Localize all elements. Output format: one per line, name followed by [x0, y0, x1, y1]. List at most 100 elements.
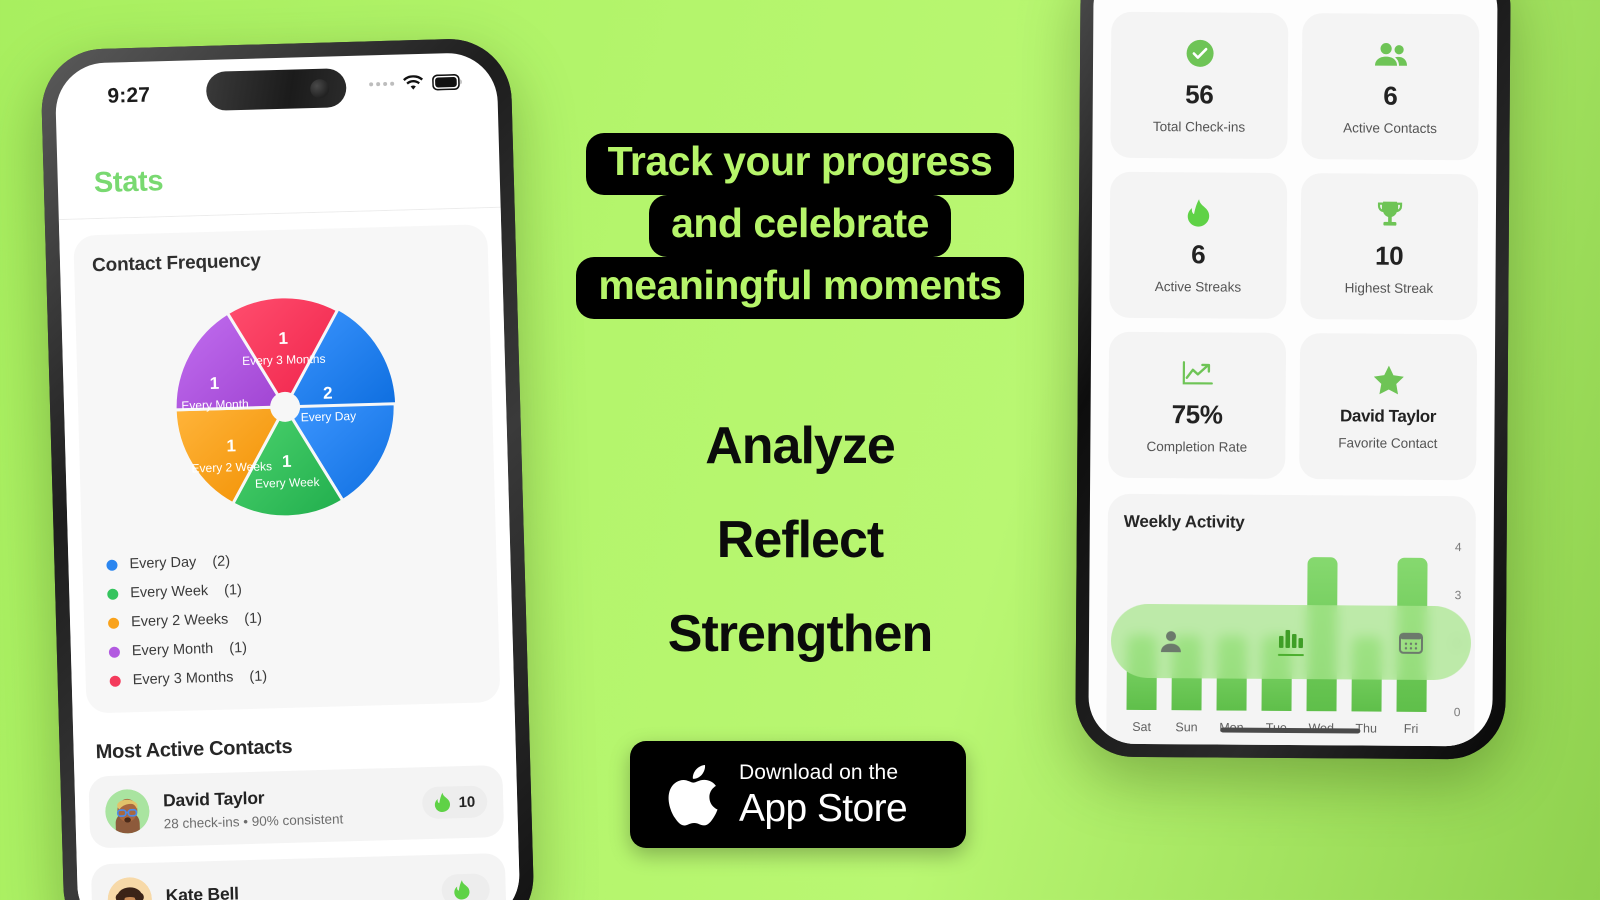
avatar — [104, 788, 150, 835]
bottom-tab-bar — [1110, 603, 1472, 681]
stat-label: Active Contacts — [1343, 120, 1438, 136]
stat-label: Total Check-ins — [1152, 119, 1246, 135]
most-active-contacts-title: Most Active Contacts — [95, 735, 293, 764]
headline-line-1: Track your progress — [585, 133, 1015, 195]
pillar-analyze: Analyze — [705, 417, 896, 475]
avatar — [107, 876, 153, 900]
headline-line-3: meaningful moments — [576, 256, 1024, 319]
right-phone-screen: 56 Total Check-ins 6 Active Contacts 6 A… — [1088, 0, 1498, 747]
y-tick: 3 — [1454, 588, 1462, 603]
page-title: Stats — [93, 165, 164, 200]
apple-logo-icon — [668, 764, 718, 826]
headline: Track your progress and celebrate meanin… — [540, 133, 1060, 319]
legend-count: (1) — [229, 640, 248, 657]
right-phone-mockup: 56 Total Check-ins 6 Active Contacts 6 A… — [1075, 0, 1511, 760]
stat-card-active-streaks[interactable]: 6 Active Streaks — [1109, 171, 1288, 319]
pie-legend: Every Day (2) Every Week (1) Every 2 Wee… — [100, 541, 482, 691]
legend-color-dot — [109, 675, 121, 687]
tab-stats[interactable] — [1277, 628, 1305, 657]
tab-contacts[interactable] — [1158, 628, 1184, 654]
card-title: Contact Frequency — [91, 250, 262, 277]
slice-label: Every 3 Months — [242, 352, 326, 368]
legend-color-dot — [106, 559, 118, 571]
legend-count: (1) — [244, 610, 263, 628]
tab-calendar[interactable] — [1398, 630, 1424, 656]
slice-label: Every Day — [301, 409, 357, 425]
x-label: Sun — [1175, 720, 1198, 735]
left-phone-screen: 9:27 Stats Contact Frequency 2 Every Day… — [54, 51, 521, 900]
slice-value: 1 — [282, 452, 292, 471]
stat-label: Highest Streak — [1344, 280, 1434, 296]
status-bar: 9:27 — [54, 52, 498, 134]
app-store-labels: Download on the App Store — [739, 762, 908, 830]
status-bar-time: 9:27 — [107, 83, 151, 108]
legend-color-dot — [107, 588, 119, 600]
slice-value: 1 — [278, 329, 288, 348]
stat-card-total-checkins[interactable]: 56 Total Check-ins — [1110, 11, 1289, 159]
legend-color-dot — [107, 617, 120, 629]
stat-card-favorite-contact[interactable]: David Taylor Favorite Contact — [1299, 333, 1478, 481]
people-icon — [1373, 38, 1407, 72]
legend-item[interactable]: Every 2 Weeks (1) — [107, 605, 476, 631]
legend-item[interactable]: Every 3 Months (1) — [109, 663, 477, 689]
streak-badge: 10 — [422, 785, 488, 820]
stat-value: 10 — [1375, 240, 1404, 271]
bar-chart-icon — [1278, 629, 1303, 648]
weekly-activity-title: Weekly Activity — [1123, 511, 1245, 532]
legend-label: Every 2 Weeks — [130, 611, 229, 631]
slice-value: 1 — [226, 436, 236, 455]
app-store-big-label: App Store — [739, 786, 908, 830]
stat-label: Favorite Contact — [1338, 434, 1438, 451]
flame-icon — [454, 880, 470, 900]
stat-value: 75% — [1171, 399, 1223, 430]
stats-grid: 56 Total Check-ins 6 Active Contacts 6 A… — [1108, 11, 1480, 481]
contact-meta: David Taylor 28 check-ins • 90% consiste… — [163, 783, 409, 831]
slice-value: 2 — [323, 384, 333, 403]
check-circle-icon — [1184, 36, 1214, 70]
legend-item[interactable]: Every Month (1) — [108, 634, 477, 660]
app-store-download-button[interactable]: Download on the App Store — [630, 741, 966, 848]
battery-icon — [432, 74, 463, 91]
left-phone-content: Contact Frequency 2 Every Day 1 Every We… — [58, 207, 521, 900]
star-icon — [1373, 363, 1404, 397]
contact-row-kate-bell[interactable]: Kate Bell — [90, 852, 507, 900]
signal-dots-icon — [369, 81, 395, 87]
contact-meta: Kate Bell — [165, 878, 428, 900]
wifi-icon — [402, 75, 424, 92]
contact-name: Kate Bell — [165, 883, 240, 900]
pie-svg: 2 Every Day 1 Every Week 1 Every 2 Weeks… — [173, 295, 397, 519]
contact-name: David Taylor — [162, 787, 265, 810]
legend-label: Every Day — [129, 554, 197, 573]
dynamic-island — [205, 68, 347, 111]
stat-value: 6 — [1383, 80, 1398, 111]
legend-count: (1) — [223, 582, 243, 599]
slice-label: Every Week — [255, 475, 321, 491]
stat-label: Completion Rate — [1146, 438, 1248, 455]
stat-card-highest-streak[interactable]: 10 Highest Streak — [1300, 173, 1479, 321]
slice-label: Every 2 Weeks — [191, 459, 272, 475]
headline-line-2: and celebrate — [649, 194, 951, 257]
left-phone-mockup: 9:27 Stats Contact Frequency 2 Every Day… — [40, 37, 536, 900]
home-indicator — [1220, 727, 1361, 734]
flame-icon — [435, 792, 451, 813]
stat-value: David Taylor — [1339, 405, 1437, 426]
streak-count: 10 — [458, 793, 476, 811]
avatar-david-icon — [105, 789, 150, 834]
legend-count: (1) — [249, 668, 268, 685]
stat-card-completion-rate[interactable]: 75% Completion Rate — [1108, 331, 1287, 479]
flame-icon — [1186, 196, 1210, 230]
contact-frequency-pie-chart: 2 Every Day 1 Every Week 1 Every 2 Weeks… — [93, 277, 478, 537]
x-label: Sat — [1132, 719, 1152, 735]
marketing-column: Track your progress and celebrate meanin… — [520, 0, 1080, 900]
legend-item[interactable]: Every Day (2) — [106, 547, 474, 573]
trend-up-icon — [1181, 356, 1213, 390]
tab-active-underline — [1277, 653, 1304, 657]
slice-value: 1 — [209, 374, 219, 393]
y-tick: 0 — [1453, 705, 1461, 720]
contact-row-david-taylor[interactable]: David Taylor 28 check-ins • 90% consiste… — [88, 764, 505, 849]
legend-item[interactable]: Every Week (1) — [107, 576, 475, 602]
stat-label: Active Streaks — [1154, 279, 1242, 295]
legend-count: (2) — [212, 553, 231, 570]
profile-icon — [1160, 631, 1181, 653]
stat-card-active-contacts[interactable]: 6 Active Contacts — [1301, 13, 1480, 161]
